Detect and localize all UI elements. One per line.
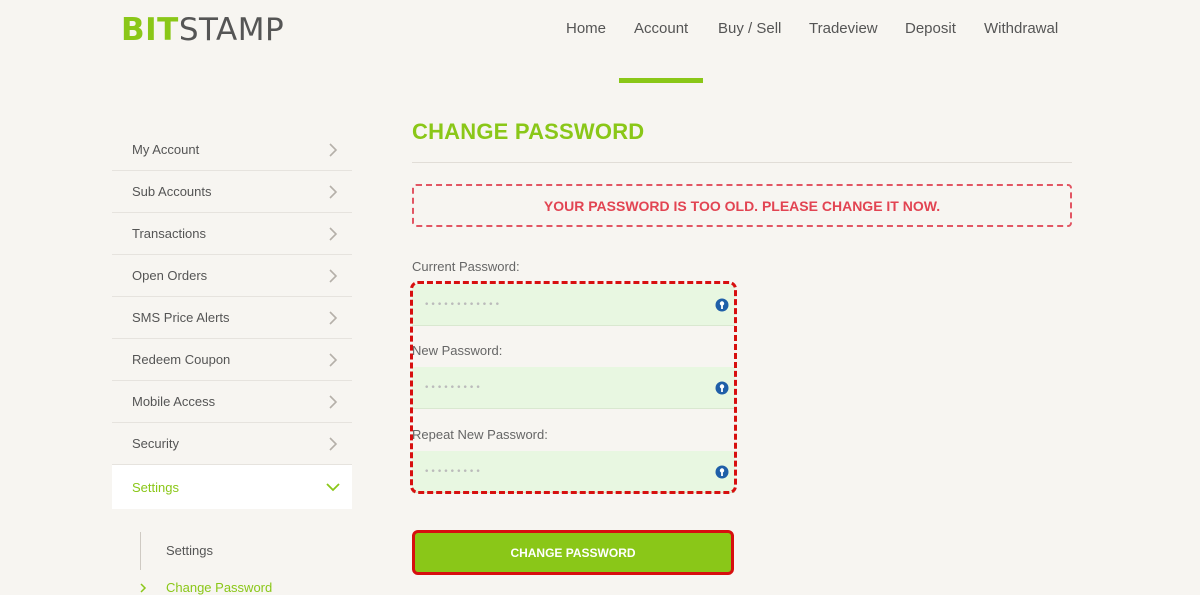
nav-withdrawal[interactable]: Withdrawal bbox=[984, 20, 1058, 37]
nav-buy-sell[interactable]: Buy / Sell bbox=[718, 20, 781, 37]
nav-active-indicator bbox=[619, 78, 703, 83]
sidebar-item-my-account[interactable]: My Account bbox=[112, 129, 352, 171]
key-icon[interactable] bbox=[715, 298, 729, 312]
sidebar-item-redeem-coupon[interactable]: Redeem Coupon bbox=[112, 339, 352, 381]
sidebar-item-label: Transactions bbox=[132, 226, 206, 241]
sidebar-item-security[interactable]: Security bbox=[112, 423, 352, 465]
change-password-button-label: CHANGE PASSWORD bbox=[510, 545, 636, 560]
nav-tradeview[interactable]: Tradeview bbox=[809, 20, 878, 37]
nav-account[interactable]: Account bbox=[634, 20, 688, 37]
submenu-guide-line bbox=[140, 532, 141, 570]
sidebar-item-label: Sub Accounts bbox=[132, 184, 212, 199]
nav-home[interactable]: Home bbox=[566, 20, 606, 37]
sidebar-item-transactions[interactable]: Transactions bbox=[112, 213, 352, 255]
chevron-right-icon bbox=[329, 310, 338, 325]
sidebar-item-sms-price-alerts[interactable]: SMS Price Alerts bbox=[112, 297, 352, 339]
sidebar-item-label: My Account bbox=[132, 142, 200, 157]
chevron-right-icon bbox=[329, 352, 338, 367]
key-icon[interactable] bbox=[715, 465, 729, 479]
title-divider bbox=[412, 162, 1072, 163]
sidebar-item-label: Security bbox=[132, 436, 179, 451]
sidebar-item-label: SMS Price Alerts bbox=[132, 310, 230, 325]
new-password-input[interactable] bbox=[412, 367, 735, 408]
key-icon[interactable] bbox=[715, 381, 729, 395]
chevron-right-icon bbox=[329, 184, 338, 199]
chevron-right-icon bbox=[329, 268, 338, 283]
chevron-right-icon bbox=[329, 394, 338, 409]
current-password-field bbox=[412, 284, 735, 326]
chevron-right-icon bbox=[140, 583, 147, 593]
repeat-password-label: Repeat New Password: bbox=[412, 427, 548, 442]
alert-text: YOUR PASSWORD IS TOO OLD. PLEASE CHANGE … bbox=[543, 197, 941, 214]
nav-deposit[interactable]: Deposit bbox=[905, 20, 956, 37]
sidebar-item-mobile-access[interactable]: Mobile Access bbox=[112, 381, 352, 423]
new-password-label: New Password: bbox=[412, 343, 503, 358]
sidebar-item-settings[interactable]: Settings bbox=[112, 465, 352, 509]
chevron-down-icon bbox=[326, 483, 340, 492]
repeat-password-field bbox=[412, 451, 735, 493]
current-password-label: Current Password: bbox=[412, 259, 520, 274]
settings-submenu: Settings Change Password bbox=[112, 528, 352, 595]
sidebar-item-sub-accounts[interactable]: Sub Accounts bbox=[112, 171, 352, 213]
submenu-item-change-password[interactable]: Change Password bbox=[166, 580, 272, 595]
sidebar-item-label: Open Orders bbox=[132, 268, 208, 283]
sidebar-item-label: Redeem Coupon bbox=[132, 352, 231, 367]
password-expired-alert: YOUR PASSWORD IS TOO OLD. PLEASE CHANGE … bbox=[412, 184, 1072, 227]
submenu-item-settings[interactable]: Settings bbox=[166, 543, 213, 558]
account-sidebar: My Account Sub Accounts Transactions Ope… bbox=[112, 129, 352, 509]
chevron-right-icon bbox=[329, 226, 338, 241]
sidebar-item-open-orders[interactable]: Open Orders bbox=[112, 255, 352, 297]
change-password-button[interactable]: CHANGE PASSWORD bbox=[412, 530, 734, 575]
repeat-password-input[interactable] bbox=[412, 451, 735, 492]
new-password-field bbox=[412, 367, 735, 409]
chevron-right-icon bbox=[329, 436, 338, 451]
sidebar-item-label: Mobile Access bbox=[132, 394, 216, 409]
page-title: CHANGE PASSWORD bbox=[412, 119, 645, 144]
top-nav: Home Account Buy / Sell Tradeview Deposi… bbox=[0, 0, 1200, 84]
chevron-right-icon bbox=[329, 142, 338, 157]
sidebar-item-label: Settings bbox=[132, 479, 179, 495]
current-password-input[interactable] bbox=[412, 284, 735, 325]
